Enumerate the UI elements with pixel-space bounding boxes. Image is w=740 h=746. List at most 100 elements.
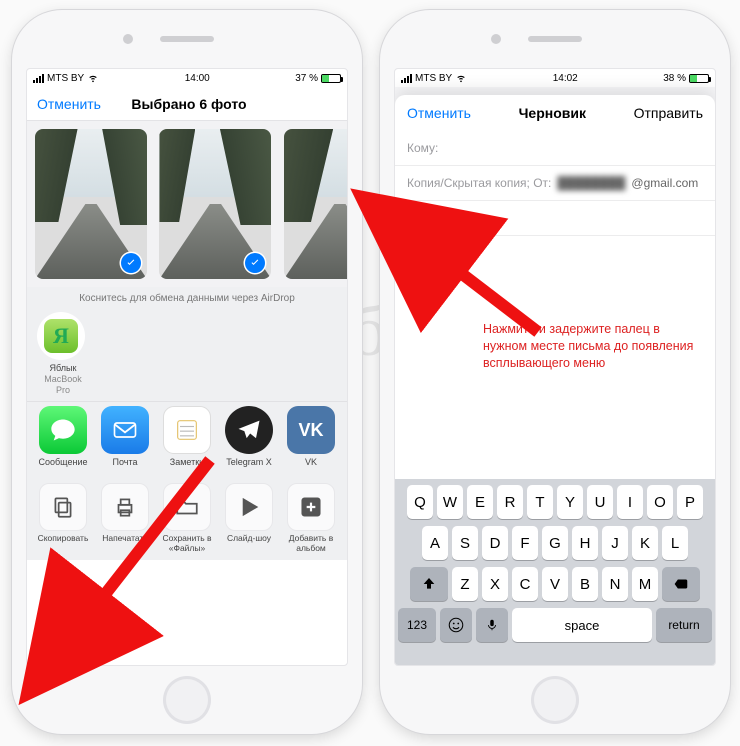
- share-app-notes[interactable]: Заметки: [161, 406, 213, 467]
- key-a[interactable]: A: [422, 526, 448, 560]
- key-l[interactable]: L: [662, 526, 688, 560]
- action-slideshow[interactable]: Слайд-шоу: [223, 483, 275, 554]
- action-label: Добавить в альбом: [285, 534, 337, 554]
- action-save-files[interactable]: Сохранить в «Файлы»: [161, 483, 213, 554]
- from-domain: @gmail.com: [631, 176, 698, 190]
- phone-camera: [491, 34, 501, 44]
- key-u[interactable]: U: [587, 485, 613, 519]
- photo-thumb[interactable]: [35, 129, 147, 279]
- phone-camera: [123, 34, 133, 44]
- share-apps-row: Сообщение Почта Заметки Telegram X: [27, 402, 347, 475]
- key-p[interactable]: P: [677, 485, 703, 519]
- key-m[interactable]: M: [632, 567, 658, 601]
- key-o[interactable]: O: [647, 485, 673, 519]
- action-label: Слайд-шоу: [223, 534, 275, 544]
- text-cursor: [407, 252, 409, 268]
- key-s[interactable]: S: [452, 526, 478, 560]
- clock: 14:00: [185, 73, 210, 84]
- key-j[interactable]: J: [602, 526, 628, 560]
- photo-thumb[interactable]: [159, 129, 271, 279]
- cc-from-field[interactable]: Копия/Скрытая копия; От: ████████ @gmail.…: [395, 166, 715, 201]
- action-add-album[interactable]: Добавить в альбом: [285, 483, 337, 554]
- key-z[interactable]: Z: [452, 567, 478, 601]
- key-w[interactable]: W: [437, 485, 463, 519]
- folder-icon: [174, 494, 200, 520]
- battery-icon: [321, 74, 341, 83]
- action-print[interactable]: Напечатать: [99, 483, 151, 554]
- battery-icon: [689, 74, 709, 83]
- emoji-icon: [447, 616, 465, 634]
- key-v[interactable]: V: [542, 567, 568, 601]
- send-button[interactable]: Отправить: [634, 105, 703, 121]
- airdrop-name: Яблык: [37, 363, 89, 374]
- cancel-button[interactable]: Отменить: [37, 96, 101, 112]
- key-g[interactable]: G: [542, 526, 568, 560]
- from-value-hidden: ████████: [557, 176, 625, 190]
- phone-left: MTS BY 14:00 37 % Отменить Выбрано 6 фот…: [12, 10, 362, 734]
- app-label: Сообщение: [37, 457, 89, 467]
- battery-pct: 38 %: [663, 73, 686, 84]
- share-app-messages[interactable]: Сообщение: [37, 406, 89, 467]
- carrier-label: MTS BY: [415, 73, 452, 84]
- cc-label: Копия/Скрытая копия; От:: [407, 176, 551, 190]
- wifi-icon: [455, 73, 467, 83]
- key-k[interactable]: K: [632, 526, 658, 560]
- airdrop-device: MacBook Pro: [37, 374, 89, 396]
- copy-icon: [50, 494, 76, 520]
- action-label: Скопировать: [37, 534, 89, 544]
- backspace-icon: [672, 577, 690, 591]
- plus-square-icon: [298, 494, 324, 520]
- carrier-label: MTS BY: [47, 73, 84, 84]
- screen-left: MTS BY 14:00 37 % Отменить Выбрано 6 фот…: [26, 68, 348, 666]
- subject-label: Тема:: [407, 211, 439, 225]
- share-app-mail[interactable]: Почта: [99, 406, 151, 467]
- home-button[interactable]: [531, 676, 579, 724]
- key-r[interactable]: R: [497, 485, 523, 519]
- mic-key[interactable]: [476, 608, 508, 642]
- wifi-icon: [87, 73, 99, 83]
- clock: 14:02: [553, 73, 578, 84]
- phone-speaker: [528, 36, 582, 42]
- mic-icon: [485, 616, 499, 634]
- app-label: Почта: [99, 457, 151, 467]
- to-field[interactable]: Кому:: [395, 131, 715, 166]
- app-label: Telegram X: [223, 457, 275, 467]
- play-icon: [236, 494, 262, 520]
- key-c[interactable]: C: [512, 567, 538, 601]
- photo-thumb[interactable]: [284, 129, 347, 279]
- key-y[interactable]: Y: [557, 485, 583, 519]
- compose-nav: Отменить Черновик Отправить: [395, 95, 715, 131]
- key-q[interactable]: Q: [407, 485, 433, 519]
- action-copy[interactable]: Скопировать: [37, 483, 89, 554]
- action-label: Напечатать: [99, 534, 151, 544]
- to-label: Кому:: [407, 141, 438, 155]
- key-n[interactable]: N: [602, 567, 628, 601]
- compose-title: Черновик: [519, 105, 586, 121]
- key-f[interactable]: F: [512, 526, 538, 560]
- numbers-key[interactable]: 123: [398, 608, 436, 642]
- key-d[interactable]: D: [482, 526, 508, 560]
- subject-field[interactable]: Тема:: [395, 201, 715, 236]
- key-i[interactable]: I: [617, 485, 643, 519]
- selected-photos-row[interactable]: [27, 121, 347, 287]
- keyboard[interactable]: QWERTYUIOP ASDFGHJKL ZXCVBNM 123 space r…: [395, 479, 715, 665]
- shift-key[interactable]: [410, 567, 448, 601]
- return-key[interactable]: return: [656, 608, 712, 642]
- phone-speaker: [160, 36, 214, 42]
- share-app-telegram[interactable]: Telegram X: [223, 406, 275, 467]
- cancel-button[interactable]: Отменить: [407, 105, 471, 121]
- share-app-vk[interactable]: VK VK: [285, 406, 337, 467]
- status-bar: MTS BY 14:00 37 %: [27, 69, 347, 87]
- app-label: VK: [285, 457, 337, 467]
- nav-title: Выбрано 6 фото: [131, 96, 246, 112]
- key-x[interactable]: X: [482, 567, 508, 601]
- key-t[interactable]: T: [527, 485, 553, 519]
- space-key[interactable]: space: [512, 608, 652, 642]
- airdrop-target[interactable]: Я Яблык MacBook Pro: [37, 312, 89, 395]
- emoji-key[interactable]: [440, 608, 472, 642]
- key-e[interactable]: E: [467, 485, 493, 519]
- home-button[interactable]: [163, 676, 211, 724]
- backspace-key[interactable]: [662, 567, 700, 601]
- key-b[interactable]: B: [572, 567, 598, 601]
- key-h[interactable]: H: [572, 526, 598, 560]
